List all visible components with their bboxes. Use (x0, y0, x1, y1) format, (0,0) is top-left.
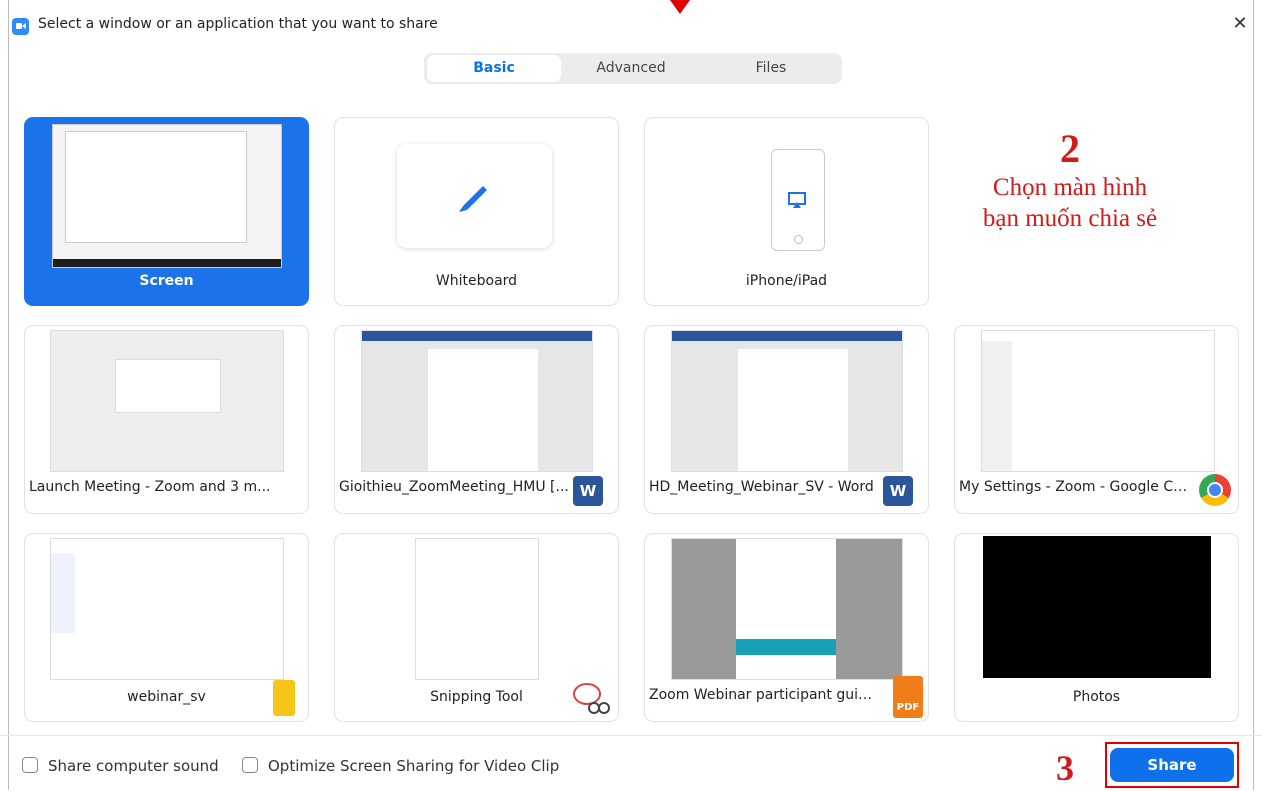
share-option-hd-meeting[interactable]: HD_Meeting_Webinar_SV - Word W (644, 325, 929, 514)
share-option-snipping-tool[interactable]: Snipping Tool (334, 533, 619, 722)
step2-line2: bạn muốn chia sẻ (982, 205, 1158, 232)
photos-thumbnail (983, 536, 1211, 678)
window-title: Select a window or an application that y… (38, 16, 438, 32)
airplay-icon (788, 192, 806, 208)
browser-sidebar (982, 341, 1012, 471)
pdf-banner (736, 639, 836, 655)
share-option-launch-meeting[interactable]: Launch Meeting - Zoom and 3 m... (24, 325, 309, 514)
step2-line1: Chọn màn hình (992, 174, 1148, 201)
launch-meeting-label: Launch Meeting - Zoom and 3 m... (29, 479, 271, 495)
home-button (794, 235, 803, 244)
share-option-whiteboard[interactable]: Whiteboard (334, 117, 619, 306)
share-option-photos[interactable]: Photos (954, 533, 1239, 722)
folder-icon (273, 680, 295, 716)
word-page (738, 349, 848, 471)
zoom-webinar-label: Zoom Webinar participant guide.... (649, 687, 880, 703)
share-sound-checkbox[interactable] (22, 757, 38, 773)
step2-number: 2 (1060, 126, 1080, 171)
annotation-step-2: 2 Chọn màn hình bạn muốn chia sẻ (948, 126, 1192, 234)
thumbnail-window (65, 131, 247, 243)
pdf-page (736, 539, 836, 679)
word-icon: W (573, 476, 603, 506)
window-right-border (1253, 0, 1254, 790)
pdf-icon: PDF (893, 676, 923, 718)
tab-basic[interactable]: Basic (427, 55, 561, 82)
thumbnail-dialog (115, 359, 221, 413)
window-left-border (8, 0, 9, 790)
phone-preview (771, 149, 825, 251)
share-button[interactable]: Share (1110, 748, 1234, 782)
webinar-sv-thumbnail (50, 538, 284, 680)
word-icon: W (883, 476, 913, 506)
screen-thumbnail (52, 124, 282, 268)
webinar-sv-label: webinar_sv (127, 689, 206, 705)
zoom-app-icon (12, 18, 29, 35)
my-settings-label: My Settings - Zoom - Google Chr... (959, 479, 1190, 495)
hd-meeting-label: HD_Meeting_Webinar_SV - Word (649, 479, 874, 495)
annotation-step-3: 3 (1056, 748, 1074, 788)
title-bar: Select a window or an application that y… (0, 0, 1262, 44)
pencil-icon (459, 186, 487, 212)
tab-bar: Basic Advanced Files (424, 53, 842, 84)
word-page (428, 349, 538, 471)
taskbar (53, 259, 281, 267)
word-ribbon (672, 331, 902, 341)
share-option-gioithieu[interactable]: Gioithieu_ZoomMeeting_HMU [... W (334, 325, 619, 514)
explorer-sidebar (51, 553, 75, 633)
gioithieu-thumbnail (361, 330, 593, 472)
optimize-checkbox[interactable] (242, 757, 258, 773)
snipping-tool-thumbnail (415, 538, 539, 680)
close-icon[interactable]: ✕ (1228, 12, 1252, 36)
word-ribbon (362, 331, 592, 341)
share-option-webinar-sv[interactable]: webinar_sv (24, 533, 309, 722)
my-settings-thumbnail (981, 330, 1215, 472)
tab-advanced[interactable]: Advanced (564, 55, 698, 82)
share-option-screen[interactable]: Screen (24, 117, 309, 306)
gioithieu-label: Gioithieu_ZoomMeeting_HMU [... (339, 479, 569, 495)
photos-label: Photos (1072, 689, 1121, 705)
whiteboard-label: Whiteboard (435, 273, 518, 289)
chrome-icon (1199, 474, 1231, 506)
share-sound-label: Share computer sound (48, 757, 219, 775)
whiteboard-preview (397, 144, 552, 248)
share-option-iphone-ipad[interactable]: iPhone/iPad (644, 117, 929, 306)
zoom-webinar-thumbnail (671, 538, 903, 680)
hd-meeting-thumbnail (671, 330, 903, 472)
share-option-zoom-webinar-guide[interactable]: Zoom Webinar participant guide.... PDF (644, 533, 929, 722)
share-option-my-settings[interactable]: My Settings - Zoom - Google Chr... (954, 325, 1239, 514)
screen-label: Screen (139, 273, 194, 289)
launch-meeting-thumbnail (50, 330, 284, 472)
iphone-ipad-label: iPhone/iPad (745, 273, 828, 289)
optimize-label: Optimize Screen Sharing for Video Clip (268, 757, 560, 775)
tab-files[interactable]: Files (704, 55, 838, 82)
scissors-icon (573, 683, 610, 714)
